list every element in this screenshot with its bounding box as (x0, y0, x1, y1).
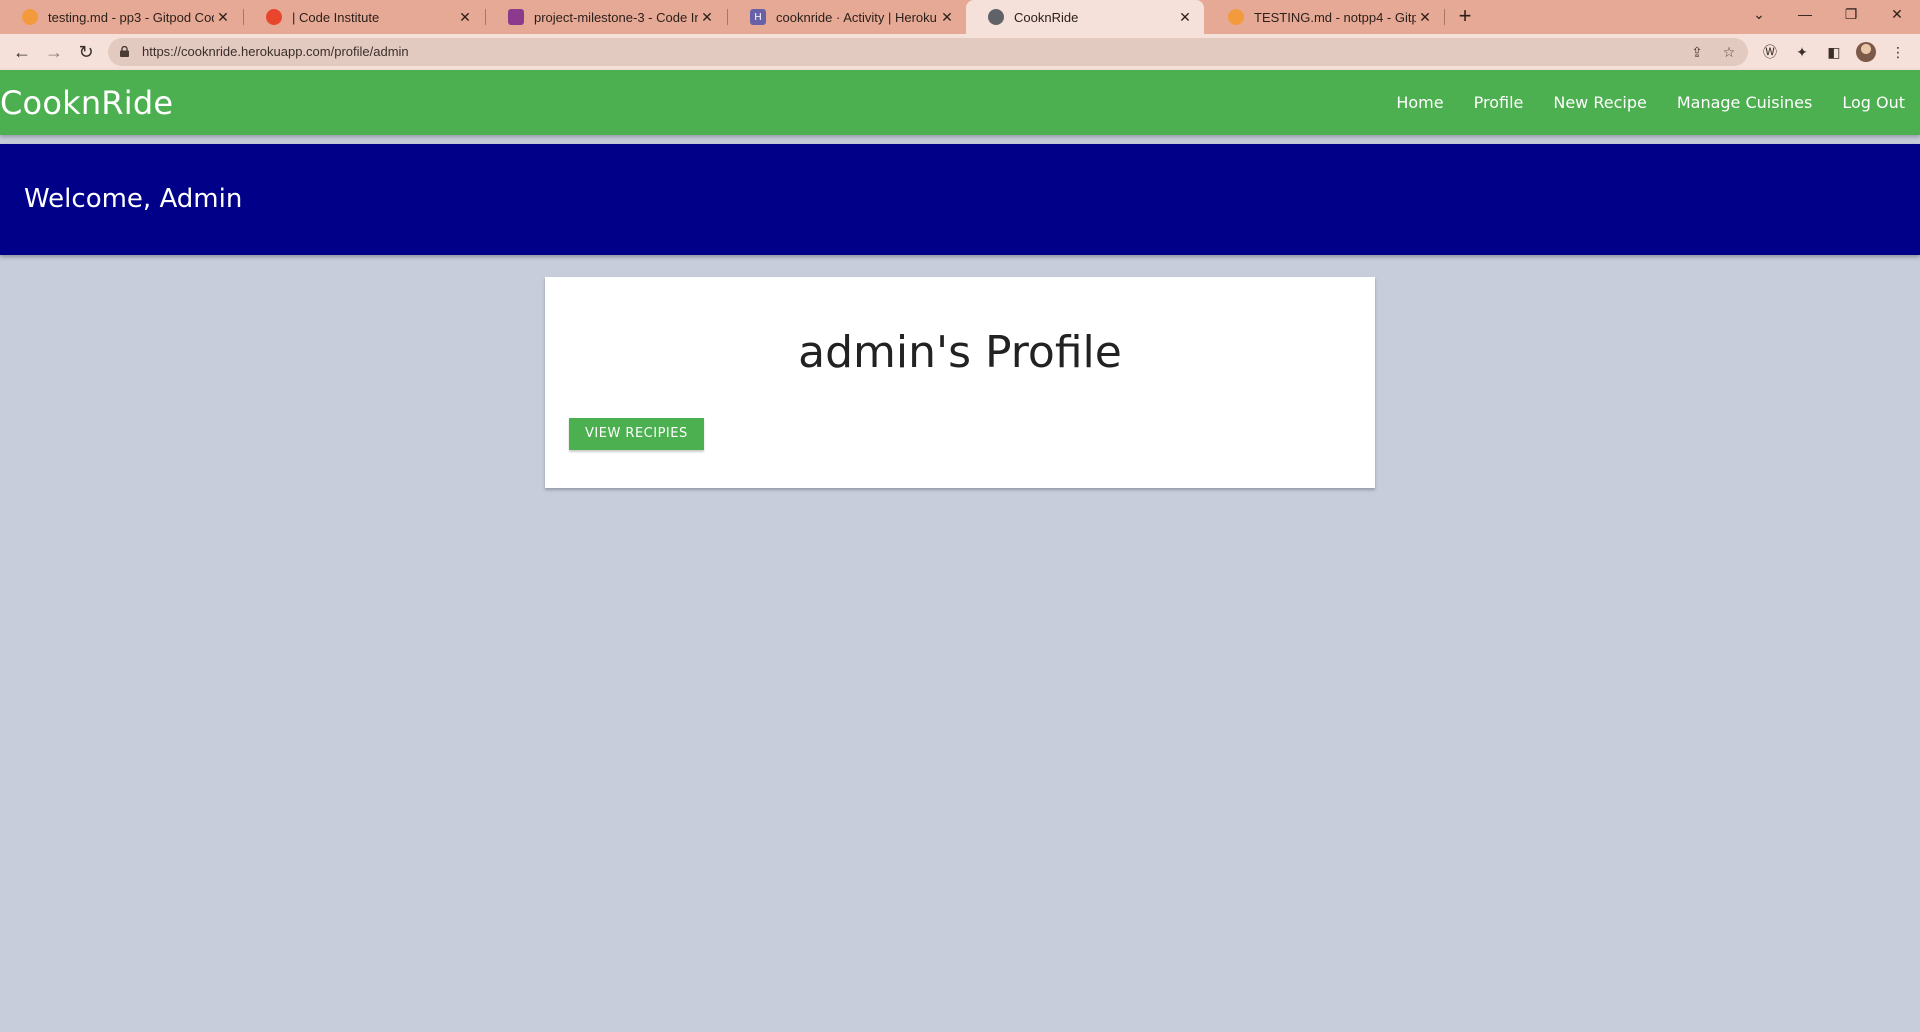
nav-log-out[interactable]: Log Out (1842, 93, 1905, 112)
welcome-banner: Welcome, Admin (0, 144, 1920, 255)
more-menu-icon[interactable]: ⋮ (1888, 42, 1908, 62)
minimize-icon[interactable]: — (1782, 0, 1828, 30)
brand-logo[interactable]: CooknRide (0, 84, 173, 122)
restore-icon[interactable]: ❐ (1828, 0, 1874, 30)
nav-new-recipe[interactable]: New Recipe (1553, 93, 1646, 112)
browser-tab-active[interactable]: CooknRide ✕ (966, 0, 1204, 34)
close-icon[interactable]: ✕ (456, 9, 474, 26)
url-text: https://cooknride.herokuapp.com/profile/… (142, 44, 409, 59)
gitpod-icon (1228, 9, 1244, 25)
welcome-heading: Welcome, Admin (24, 184, 243, 214)
page-title: admin's Profile (798, 327, 1122, 378)
nav-home[interactable]: Home (1396, 93, 1443, 112)
back-icon[interactable]: ← (10, 40, 34, 64)
gitpod-icon (22, 9, 38, 25)
tab-search-icon[interactable]: ⌄ (1736, 0, 1782, 30)
new-tab-button[interactable]: + (1452, 4, 1478, 30)
site-navbar: CooknRide Home Profile New Recipe Manage… (0, 70, 1920, 135)
tab-title: cooknride · Activity | Heroku (776, 9, 937, 25)
lock-icon (120, 46, 129, 57)
tab-divider (1444, 9, 1445, 25)
nav-profile[interactable]: Profile (1474, 93, 1524, 112)
close-window-icon[interactable]: ✕ (1874, 0, 1920, 30)
profile-avatar[interactable] (1856, 42, 1876, 62)
close-icon[interactable]: ✕ (698, 9, 716, 26)
slack-icon (508, 9, 524, 25)
nav-links: Home Profile New Recipe Manage Cuisines … (1366, 70, 1905, 135)
tab-title: testing.md - pp3 - Gitpod Code (48, 9, 214, 25)
nav-manage-cuisines[interactable]: Manage Cuisines (1677, 93, 1813, 112)
tab-title: project-milestone-3 - Code Instit (534, 9, 698, 25)
tab-title: CooknRide (1014, 9, 1079, 25)
close-icon[interactable]: ✕ (938, 9, 956, 26)
browser-tab-strip: testing.md - pp3 - Gitpod Code ✕ | Code … (0, 0, 1920, 34)
share-icon[interactable]: ⇪ (1688, 43, 1706, 61)
address-bar[interactable]: https://cooknride.herokuapp.com/profile/… (108, 38, 1748, 66)
browser-tab[interactable]: | Code Institute ✕ (244, 0, 484, 34)
browser-tab[interactable]: project-milestone-3 - Code Instit ✕ (486, 0, 726, 34)
close-icon[interactable]: ✕ (1176, 9, 1194, 26)
view-recipes-button[interactable]: View recipies (569, 418, 704, 450)
wordpress-extension-icon[interactable]: Ⓦ (1760, 42, 1780, 62)
browser-tab[interactable]: TESTING.md - notpp4 - Gitpod C ✕ (1206, 0, 1444, 34)
browser-tab[interactable]: testing.md - pp3 - Gitpod Code ✕ (0, 0, 242, 34)
close-icon[interactable]: ✕ (1416, 9, 1434, 26)
close-icon[interactable]: ✕ (214, 9, 232, 26)
tab-title: TESTING.md - notpp4 - Gitpod C (1254, 9, 1416, 25)
browser-tab[interactable]: H cooknride · Activity | Heroku ✕ (728, 0, 966, 34)
profile-card: admin's Profile View recipies (545, 277, 1375, 488)
browser-toolbar: ← → ↻ https://cooknride.herokuapp.com/pr… (0, 34, 1920, 70)
heroku-icon: H (750, 9, 766, 25)
bookmark-star-icon[interactable]: ☆ (1720, 43, 1738, 61)
side-panel-icon[interactable]: ◧ (1824, 42, 1844, 62)
tab-title: | Code Institute (292, 9, 380, 25)
reload-icon[interactable]: ↻ (74, 40, 98, 64)
extensions-puzzle-icon[interactable]: ✦ (1792, 42, 1812, 62)
forward-icon[interactable]: → (42, 40, 66, 64)
globe-icon (988, 9, 1004, 25)
code-institute-icon (266, 9, 282, 25)
